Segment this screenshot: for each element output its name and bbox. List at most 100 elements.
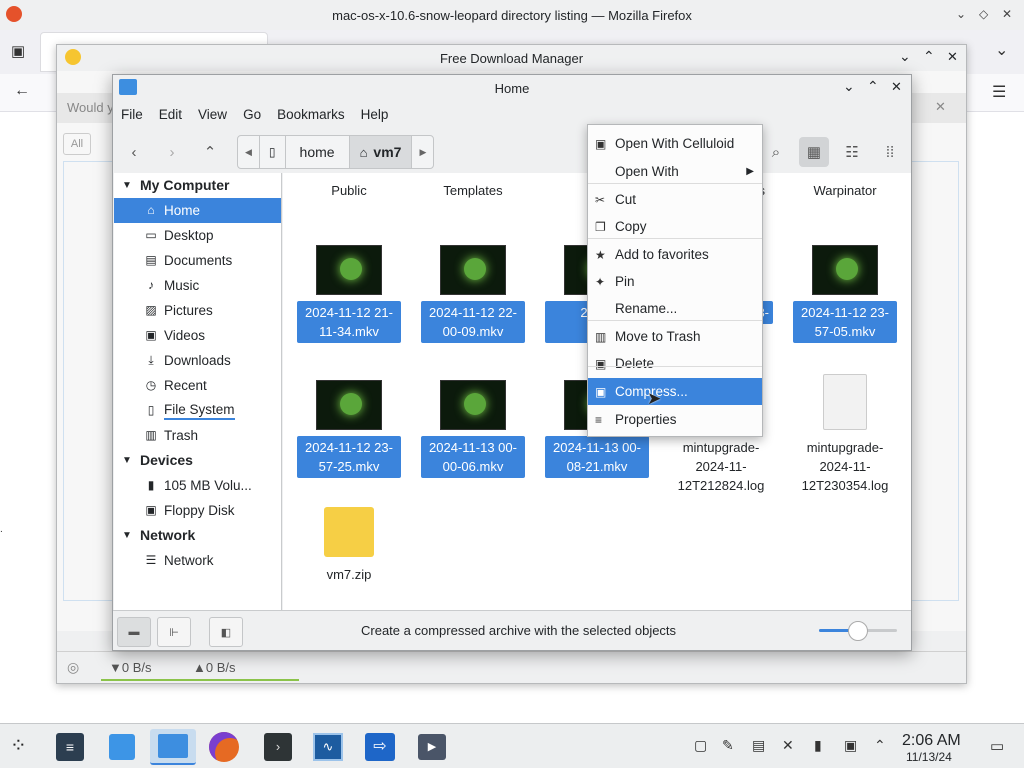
snail-icon[interactable]: ◎ xyxy=(67,659,79,676)
search-button[interactable]: ⌕ xyxy=(761,137,791,167)
sidebar-item-trash[interactable]: ▥ Trash xyxy=(114,423,281,448)
application-launcher-icon[interactable]: ⁘ xyxy=(10,733,27,758)
file-item[interactable]: 2024-11-12 22- 00-09.mkv xyxy=(421,245,525,343)
context-menu-item[interactable]: ✂ Cut xyxy=(588,186,762,213)
context-menu-item[interactable]: Open With ▶ xyxy=(588,158,762,185)
folder-public[interactable]: Public xyxy=(297,183,401,198)
drive-icon[interactable]: ▯ xyxy=(260,136,286,168)
fdm-banner-close-icon[interactable]: ✕ xyxy=(935,99,946,115)
context-menu-item[interactable]: ❐ Copy xyxy=(588,213,762,240)
up-button[interactable]: ⌃ xyxy=(195,137,225,167)
nemo-minimize-button[interactable]: ⌄ xyxy=(843,78,855,95)
context-menu-item[interactable]: ▣ Delete xyxy=(588,350,762,377)
list-view-button[interactable]: ☷ xyxy=(837,137,867,167)
context-menu-item[interactable]: Rename... xyxy=(588,295,762,322)
folder-templates[interactable]: Templates xyxy=(421,183,525,198)
sidebar-item-file-system[interactable]: ▯ File System xyxy=(114,398,281,423)
hamburger-menu-icon[interactable]: ☰ xyxy=(992,82,1006,102)
clock-date[interactable]: 11/13/24 xyxy=(906,750,952,764)
menu-help[interactable]: Help xyxy=(353,103,397,127)
taskbar-terminal-app[interactable]: › xyxy=(260,729,296,765)
context-menu-item[interactable]: ▥ Move to Trash xyxy=(588,323,762,350)
sidebar-item-downloads[interactable]: ⤓ Downloads xyxy=(114,348,281,373)
sidebar-item-pictures[interactable]: ▨ Pictures xyxy=(114,298,281,323)
hide-sidebar-button[interactable]: ◧ xyxy=(209,617,243,647)
file-item[interactable]: vm7.zip xyxy=(297,507,401,586)
nemo-maximize-button[interactable]: ⌃ xyxy=(867,78,879,95)
file-item[interactable]: 2024-11-12 23- 57-05.mkv xyxy=(793,245,897,343)
sidebar-item-label: Recent xyxy=(164,378,207,393)
taskbar-fdm-app[interactable]: ⇨ xyxy=(362,729,398,765)
firefox-view-icon[interactable]: ▣ xyxy=(11,42,25,60)
tree-toggle-button[interactable]: ⊩ xyxy=(157,617,191,647)
fdm-minimize-button[interactable]: ⌄ xyxy=(899,48,911,65)
sidebar-item-network[interactable]: ☰ Network xyxy=(114,548,281,573)
context-menu-item[interactable]: ≡ Properties xyxy=(588,406,762,433)
breadcrumb-scroll-left[interactable]: ◀ xyxy=(238,136,260,168)
file-item[interactable]: 2024-11-12 23- 57-25.mkv xyxy=(297,380,401,478)
breadcrumb-scroll-right[interactable]: ▶ xyxy=(412,136,433,168)
sidebar-header-network[interactable]: ▼ Network xyxy=(114,523,281,548)
firefox-minimize-button[interactable]: ⌄ xyxy=(956,7,966,21)
nemo-close-button[interactable]: ✕ xyxy=(891,79,902,95)
volume-muted-icon[interactable]: ✕ xyxy=(782,737,794,754)
firefox-maximize-button[interactable]: ◇ xyxy=(979,7,988,21)
zoom-slider-handle[interactable] xyxy=(848,621,868,641)
battery-icon[interactable]: ▮ xyxy=(814,737,822,754)
menu-file[interactable]: File xyxy=(113,103,151,127)
context-menu-item[interactable]: ✦ Pin xyxy=(588,268,762,295)
back-button[interactable]: ‹ xyxy=(119,137,149,167)
taskbar-video-app[interactable]: ▶ xyxy=(414,729,450,765)
sidebar-item-music[interactable]: ♪ Music xyxy=(114,273,281,298)
sidebar-item-videos[interactable]: ▣ Videos xyxy=(114,323,281,348)
sidebar-item-usb-drive[interactable]: ▮ 105 MB Volu... xyxy=(114,473,281,498)
compact-view-button[interactable]: ⁞⁞ xyxy=(875,137,905,167)
taskbar-firefox-app[interactable] xyxy=(206,729,242,765)
context-menu-item[interactable]: ▣ Open With Celluloid xyxy=(588,130,762,157)
firefox-close-button[interactable]: ✕ xyxy=(1002,7,1012,21)
menu-bookmarks[interactable]: Bookmarks xyxy=(269,103,353,127)
expand-arrow-icon[interactable]: ▼ xyxy=(122,173,140,198)
list-all-tabs-icon[interactable]: ⌄ xyxy=(995,40,1008,60)
sidebar-header-devices[interactable]: ▼ Devices xyxy=(114,448,281,473)
back-arrow-icon[interactable]: ← xyxy=(14,82,30,100)
zoom-slider[interactable] xyxy=(819,621,897,641)
context-menu-item[interactable]: ★ Add to favorites xyxy=(588,241,762,268)
sidebar-item-home[interactable]: ⌂ Home xyxy=(114,198,281,223)
fdm-maximize-button[interactable]: ⌃ xyxy=(923,48,935,65)
menu-go[interactable]: Go xyxy=(235,103,269,127)
show-desktop-icon[interactable]: ▭ xyxy=(990,737,1004,755)
taskbar-file-manager-app[interactable] xyxy=(150,729,196,765)
breadcrumb-home[interactable]: home xyxy=(286,136,350,168)
breadcrumb-vm7[interactable]: ⌂ vm7 xyxy=(349,136,413,168)
sidebar-item-recent[interactable]: ◷ Recent xyxy=(114,373,281,398)
taskbar-system-monitor-app[interactable]: ∿ xyxy=(310,729,346,765)
expand-arrow-icon[interactable]: ▼ xyxy=(122,523,140,548)
fdm-close-button[interactable]: ✕ xyxy=(947,49,958,65)
sidebar-header-my-computer[interactable]: ▼ My Computer xyxy=(114,173,281,198)
menu-edit[interactable]: Edit xyxy=(151,103,190,127)
forward-button[interactable]: › xyxy=(157,137,187,167)
folder-warpinator[interactable]: Warpinator xyxy=(793,183,897,198)
file-item[interactable]: 2024-11-12 21- 11-34.mkv xyxy=(297,245,401,343)
places-toggle-button[interactable]: ▬ xyxy=(117,617,151,647)
context-menu-item[interactable]: ▣ Compress... xyxy=(588,378,762,405)
clock-time[interactable]: 2:06 AM xyxy=(902,732,961,750)
file-item[interactable]: mintupgrade- 2024-11- 12T230354.log xyxy=(793,374,897,497)
sidebar-item-desktop[interactable]: ▭ Desktop xyxy=(114,223,281,248)
sidebar-item-documents[interactable]: ▤ Documents xyxy=(114,248,281,273)
taskbar-store-app[interactable] xyxy=(104,729,140,765)
show-hidden-icons-icon[interactable]: ⌃ xyxy=(874,737,886,754)
file-item[interactable]: 2024-11-13 00- 00-06.mkv xyxy=(421,380,525,478)
taskbar-settings-app[interactable]: ≡ xyxy=(52,729,88,765)
color-picker-tray-icon[interactable]: ✎ xyxy=(722,737,734,754)
sidebar-item-floppy-disk[interactable]: ▣ Floppy Disk xyxy=(114,498,281,523)
sidebar-header-label: My Computer xyxy=(140,177,230,193)
screenshot-tray-icon[interactable]: ▢ xyxy=(694,737,707,754)
menu-view[interactable]: View xyxy=(190,103,235,127)
fdm-filter-all[interactable]: All xyxy=(63,133,91,155)
clipboard-tray-icon[interactable]: ▤ xyxy=(752,737,765,754)
icon-view-button[interactable]: ▦ xyxy=(799,137,829,167)
expand-arrow-icon[interactable]: ▼ xyxy=(122,448,140,473)
network-tray-icon[interactable]: ▣ xyxy=(844,737,857,754)
